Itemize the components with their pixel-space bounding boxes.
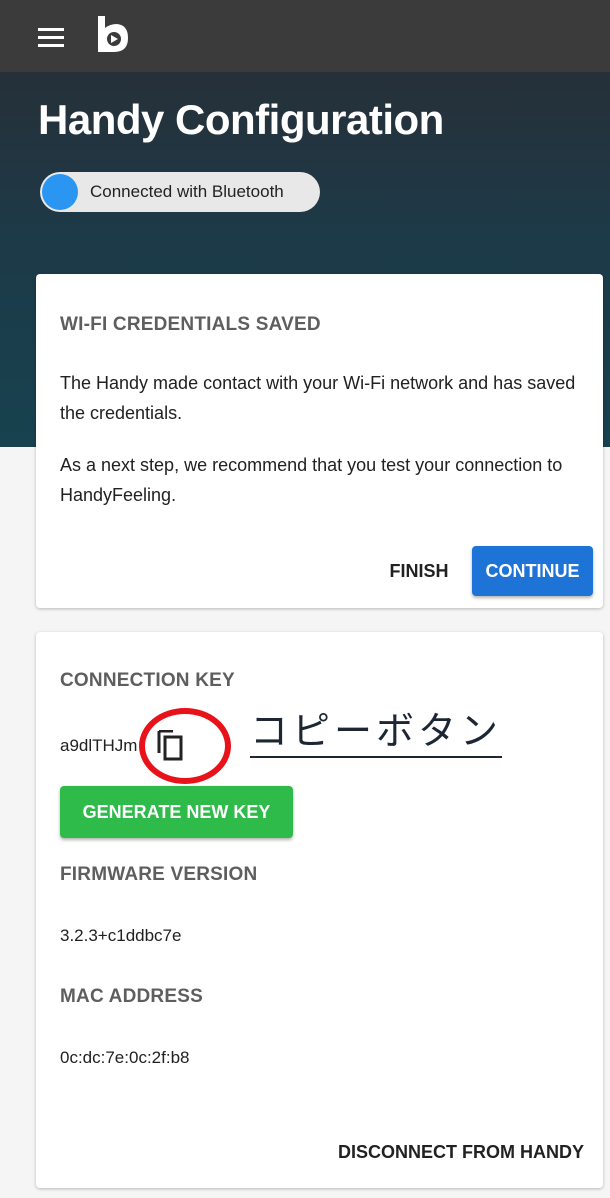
next-step-message: As a next step, we recommend that you te… (60, 455, 563, 505)
wifi-credentials-heading: WI-FI CREDENTIALS SAVED (60, 314, 321, 335)
bluetooth-toggle-label: Connected with Bluetooth (90, 182, 284, 201)
connection-key-value: a9dlTHJm (60, 736, 138, 755)
wifi-credentials-card: WI-FI CREDENTIALS SAVED The Handy made c… (36, 274, 603, 608)
generate-new-key-button[interactable]: GENERATE NEW KEY (60, 786, 293, 838)
app-bar (0, 0, 610, 72)
disconnect-button[interactable]: DISCONNECT FROM HANDY (322, 1128, 584, 1176)
wifi-saved-message: The Handy made contact with your Wi-Fi n… (60, 373, 576, 423)
page-title: Handy Configuration (38, 96, 444, 143)
copy-button-highlight-circle (139, 708, 231, 784)
device-info-card: CONNECTION KEY a9dlTHJm コピーボタン GENERATE … (36, 632, 603, 1188)
continue-button[interactable]: CONTINUE (472, 546, 593, 596)
mac-address-heading: MAC ADDRESS (60, 986, 203, 1007)
mac-address-value: 0c:dc:7e:0c:2f:b8 (60, 1048, 190, 1067)
toggle-knob (42, 174, 78, 210)
firmware-version-value: 3.2.3+c1ddbc7e (60, 926, 182, 945)
copy-button-annotation: コピーボタン (250, 710, 503, 758)
connection-key-heading: CONNECTION KEY (60, 670, 235, 691)
bluetooth-toggle[interactable]: Connected with Bluetooth (40, 172, 320, 212)
handy-logo-icon (92, 12, 136, 56)
handy-configuration-screen: Handy Configuration Connected with Bluet… (0, 0, 610, 1198)
firmware-version-heading: FIRMWARE VERSION (60, 864, 258, 885)
hamburger-menu-icon[interactable] (38, 28, 64, 48)
finish-button[interactable]: FINISH (374, 546, 464, 596)
